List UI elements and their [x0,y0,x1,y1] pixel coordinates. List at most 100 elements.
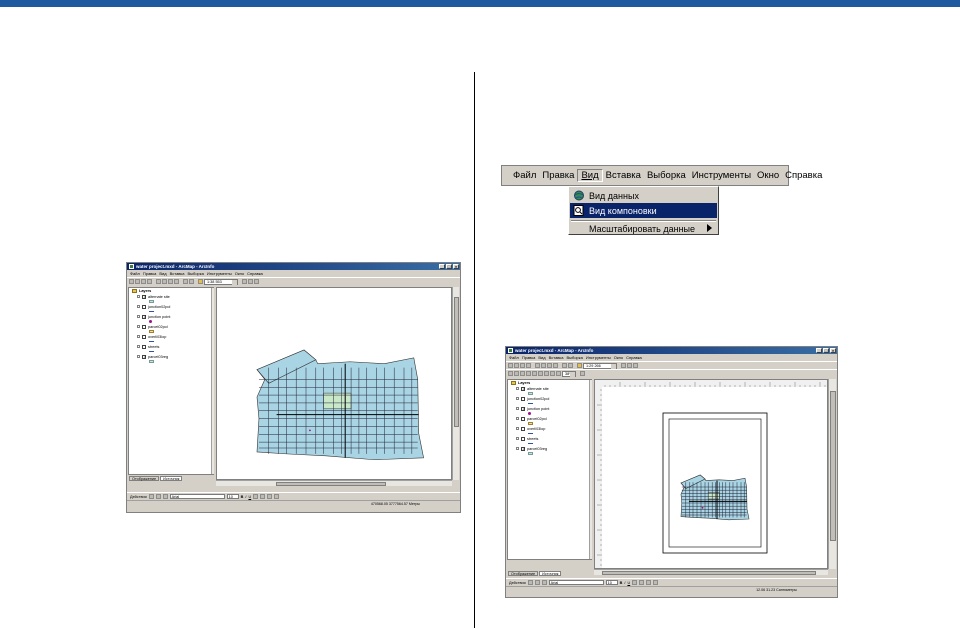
toc-scrollbar[interactable] [211,288,214,474]
arctoolbox-icon[interactable] [627,363,632,368]
menu-edit[interactable]: Правка [539,170,577,181]
font-select[interactable]: Arial [169,494,225,499]
open-icon[interactable] [135,279,140,284]
whats-this-icon[interactable] [254,279,259,284]
bold-button[interactable]: B [620,581,623,585]
menu-item-zoom-data[interactable]: Масштабировать данные [570,221,717,236]
expand-icon[interactable] [137,325,140,328]
menu-edit[interactable]: Правка [522,355,536,360]
zoom-whole-page-icon[interactable] [526,371,531,376]
rectangle-tool-icon[interactable] [534,580,540,585]
select-elements-icon[interactable] [527,580,533,585]
tab-display[interactable]: Отображение [508,571,539,576]
bold-button[interactable]: B [241,495,244,499]
zoom-in-page-icon[interactable] [508,371,513,376]
tab-source[interactable]: Источник [160,476,183,481]
menu-selection[interactable]: Выборка [644,170,689,181]
map-data-view[interactable] [216,287,452,480]
select-elements-icon[interactable] [148,494,154,499]
drawing-menu[interactable]: Действия [509,581,526,585]
menu-window[interactable]: Окно [614,355,623,360]
font-size-select[interactable]: 10 [226,494,239,499]
expand-icon[interactable] [516,397,519,400]
line-color-icon[interactable] [267,494,273,499]
layer-visibility-checkbox[interactable] [142,334,146,339]
fixed-zoom-in-icon[interactable] [538,371,543,376]
map-horizontal-scrollbar[interactable] [216,480,452,486]
copy-icon[interactable] [162,279,167,284]
expand-icon[interactable] [137,315,140,318]
print-icon[interactable] [147,279,152,284]
layer-visibility-checkbox[interactable] [142,324,146,329]
layer-visibility-checkbox[interactable] [142,354,146,359]
menu-help[interactable]: Справка [247,271,263,276]
zoom-100-icon[interactable] [532,371,537,376]
print-icon[interactable] [526,363,531,368]
layer-visibility-checkbox[interactable] [521,406,525,411]
layer-visibility-checkbox[interactable] [521,426,525,431]
new-icon[interactable] [129,279,134,284]
undo-icon[interactable] [562,363,567,368]
previous-extent-icon[interactable] [550,371,555,376]
tab-display[interactable]: Отображение [129,476,160,481]
pan-page-icon[interactable] [520,371,525,376]
editor-icon[interactable] [242,279,247,284]
expand-icon[interactable] [137,305,140,308]
italic-button[interactable]: I [624,581,625,585]
menu-help[interactable]: Справка [626,355,642,360]
rectangle-tool-icon[interactable] [155,494,161,499]
font-select[interactable]: Arial [548,580,604,585]
menu-selection[interactable]: Выборка [187,271,203,276]
layer-visibility-checkbox[interactable] [521,416,525,421]
menu-tools[interactable]: Инструменты [207,271,232,276]
maximize-button[interactable]: □ [446,264,452,269]
new-icon[interactable] [508,363,513,368]
expand-icon[interactable] [516,407,519,410]
paste-icon[interactable] [547,363,552,368]
fill-color-icon[interactable] [260,494,266,499]
redo-icon[interactable] [568,363,573,368]
tab-source[interactable]: Источник [539,571,562,576]
expand-icon[interactable] [516,417,519,420]
layer-visibility-checkbox[interactable] [521,446,525,451]
editor-icon[interactable] [621,363,626,368]
menu-window[interactable]: Окно [754,170,782,181]
marker-color-icon[interactable] [274,494,280,499]
expand-icon[interactable] [137,355,140,358]
delete-icon[interactable] [553,363,558,368]
menu-insert[interactable]: Вставка [603,170,644,181]
minimize-button[interactable]: _ [439,264,445,269]
menu-item-layout-view[interactable]: Вид компоновки [570,203,717,218]
undo-icon[interactable] [183,279,188,284]
minimize-button[interactable]: _ [816,348,822,353]
layer-visibility-checkbox[interactable] [142,314,146,319]
expand-icon[interactable] [137,345,140,348]
delete-icon[interactable] [174,279,179,284]
paste-icon[interactable] [168,279,173,284]
map-scale-box[interactable]: 1:29 266 [583,362,617,369]
open-icon[interactable] [514,363,519,368]
text-tool-icon[interactable] [162,494,168,499]
toc-scrollbar[interactable] [589,380,592,559]
toggle-draft-icon[interactable] [580,371,585,376]
layer-visibility-checkbox[interactable] [142,294,146,299]
cut-icon[interactable] [535,363,540,368]
underline-button[interactable]: U [627,581,630,585]
marker-color-icon[interactable] [653,580,659,585]
expand-icon[interactable] [516,437,519,440]
fixed-zoom-out-icon[interactable] [544,371,549,376]
save-icon[interactable] [520,363,525,368]
menu-item-data-view[interactable]: Вид данных [570,188,717,203]
arctoolbox-icon[interactable] [248,279,253,284]
menu-view[interactable]: Вид [577,169,603,182]
menu-view[interactable]: Вид [159,271,166,276]
menu-edit[interactable]: Правка [143,271,157,276]
italic-button[interactable]: I [245,495,246,499]
map-vertical-scrollbar[interactable] [452,287,459,480]
expand-icon[interactable] [516,427,519,430]
zoom-out-page-icon[interactable] [514,371,519,376]
menu-help[interactable]: Справка [782,170,825,181]
layout-zoom-box[interactable]: 38% [562,370,576,377]
menu-file[interactable]: Файл [510,170,539,181]
fill-color-icon[interactable] [639,580,645,585]
